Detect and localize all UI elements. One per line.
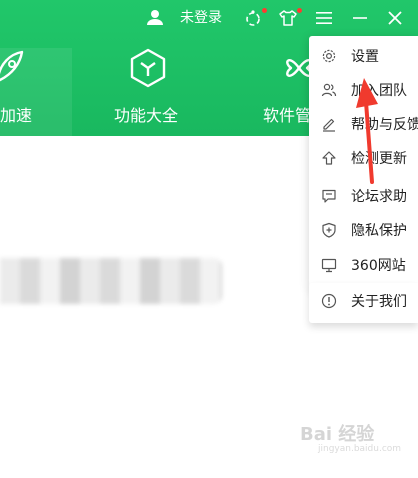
cube-icon: [130, 48, 166, 88]
close-icon[interactable]: [385, 8, 405, 28]
nav-label: 软件管: [263, 106, 312, 125]
nav-label: 加速: [0, 106, 33, 125]
red-annotation-arrow: [356, 78, 378, 184]
nav-item-software[interactable]: 软件管: [263, 48, 313, 136]
nav-label: 功能大全: [114, 106, 179, 125]
menu-item-label: 论坛求助: [351, 189, 407, 205]
gear-icon: [322, 49, 336, 63]
minimize-icon[interactable]: [350, 8, 370, 28]
menu-item-settings[interactable]: 设置: [309, 40, 418, 74]
nav-item-features[interactable]: 功能大全: [114, 48, 204, 136]
shield-plus-icon: [322, 222, 336, 238]
menu-item-forum-help[interactable]: 论坛求助: [309, 180, 418, 214]
menu-item-label: 隐私保护: [351, 223, 407, 239]
upload-arrow-icon: [322, 151, 336, 165]
chat-icon: [322, 189, 336, 203]
notification-dot: [262, 8, 267, 13]
menu-bottom-segment: 关于我们: [309, 283, 418, 323]
edit-icon: [323, 118, 335, 132]
menu-item-360-site[interactable]: 360网站: [309, 249, 418, 283]
blurred-content: [0, 258, 222, 304]
monitor-icon: [321, 258, 337, 273]
menu-item-label: 360网站: [351, 258, 406, 274]
watermark-logo: Bai 经验: [300, 424, 375, 445]
skin-orbit-icon[interactable]: [243, 8, 263, 28]
info-icon: [321, 293, 337, 309]
hamburger-menu-icon[interactable]: [314, 8, 334, 28]
team-icon: [321, 83, 337, 97]
tshirt-skin-icon[interactable]: [278, 8, 298, 28]
menu-item-label: 关于我们: [351, 294, 407, 310]
notification-dot: [297, 8, 302, 13]
login-status[interactable]: 未登录: [180, 9, 222, 27]
menu-item-label: 设置: [351, 49, 379, 65]
title-bar: 未登录: [0, 0, 418, 36]
user-avatar-icon[interactable]: [146, 8, 164, 26]
nav-item-speedup[interactable]: 加速: [0, 48, 72, 136]
menu-item-about[interactable]: 关于我们: [309, 285, 418, 319]
menu-item-privacy[interactable]: 隐私保护: [309, 214, 418, 248]
watermark-url: jingyan.baidu.com: [318, 444, 402, 454]
rocket-icon: [0, 50, 24, 82]
